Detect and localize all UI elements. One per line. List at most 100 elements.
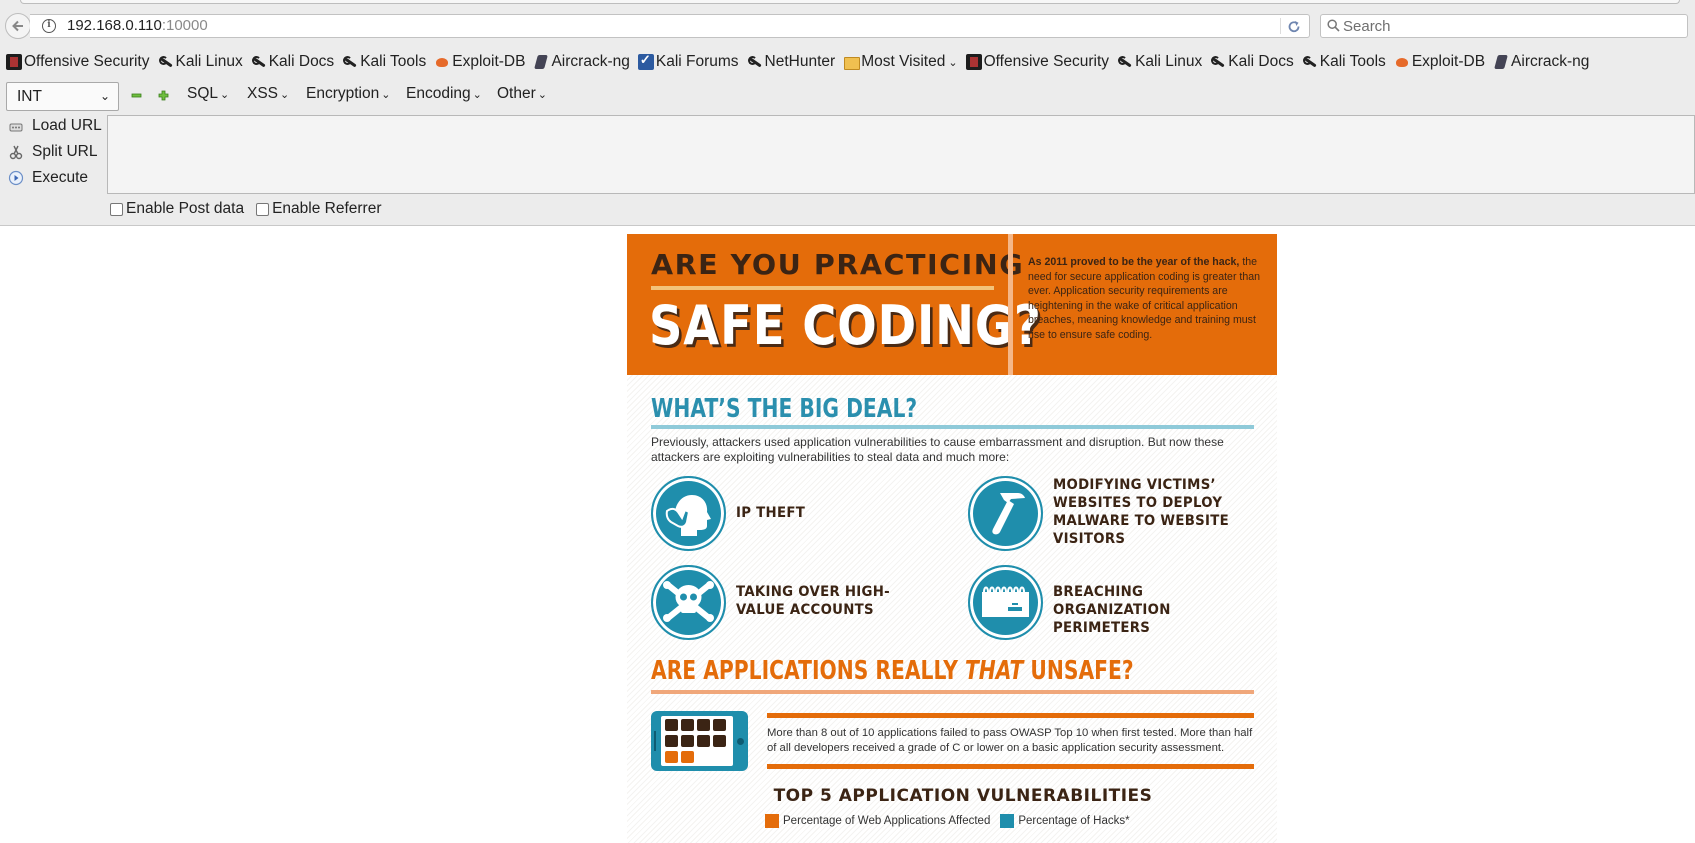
bookmark-aircrack-ng[interactable]: Aircrack-ng [1493,53,1589,71]
chevron-down-icon: ⌄ [948,56,958,69]
url-text: 192.168.0.110:10000 [67,17,208,34]
chevron-down-icon: ⌄ [99,89,110,103]
bookmark-most-visited[interactable]: Most Visited ⌄ [843,53,958,71]
bookmark-nethunter[interactable]: NetHunter [747,53,836,71]
chevron-down-icon: ⌄ [472,89,482,101]
legend-label: Percentage of Hacks* [1018,815,1130,827]
hero-heading-line2: SAFE CODING? [649,294,1042,357]
load-url-icon [9,123,23,132]
kali-icon [251,54,267,70]
bookmark-offensive-security[interactable]: Offensive Security [965,53,1110,71]
stat-paragraph: More than 8 out of 10 applications faile… [767,727,1253,754]
unsafe-heading: ARE APPLICATIONS REALLY THAT UNSAFE? [651,656,1134,686]
int-select[interactable]: INT ⌄ [6,82,119,111]
reload-icon[interactable] [1287,16,1305,36]
hero-rule [651,286,994,290]
kali-icon [1302,54,1318,70]
bookmark-label: NetHunter [764,53,836,70]
phone-button [737,738,744,745]
smartphone-icon [651,711,748,771]
decrease-icon[interactable] [131,90,142,101]
fence-icon [968,565,1043,640]
search-box[interactable] [1320,14,1688,38]
url-bar[interactable]: i 192.168.0.110:10000 [30,14,1310,38]
bookmark-label: Kali Forums [655,53,739,70]
bookmark-kali-forums[interactable]: Kali Forums [637,52,739,71]
bookmark-offensive-security[interactable]: Offensive Security [6,53,150,71]
bookmark-label: Offensive Security [24,53,150,70]
checkbox-box[interactable] [256,202,270,216]
play-icon [8,170,24,186]
legend-label: Percentage of Web Applications Affected [783,815,991,827]
hero-divider [1008,234,1013,375]
menu-xss[interactable]: XSS ⌄ [247,85,289,103]
chart-legend: Percentage of Web Applications Affected … [765,814,1140,828]
bookmark-kali-linux[interactable]: Kali Linux [158,53,243,71]
exploit-db-icon [434,54,450,70]
bookmark-kali-docs[interactable]: Kali Docs [251,53,334,71]
menu-other[interactable]: Other ⌄ [497,85,547,103]
big-deal-heading: WHAT’S THE BIG DEAL? [651,394,918,424]
bookmark-label: Kali Linux [1135,53,1203,70]
bookmark-label: Exploit-DB [1411,53,1486,70]
load-url-button[interactable]: Load URL [8,114,102,138]
menu-encryption[interactable]: Encryption ⌄ [306,85,390,103]
bookmarks-toolbar: Offensive Security Kali Linux Kali Docs Kal… [0,50,1591,74]
exploit-db-icon [1394,54,1410,70]
legend-swatch [1000,814,1015,828]
bookmark-label: Most Visited [861,53,946,70]
kali-icon [1210,54,1226,70]
head-hand-icon [651,476,726,551]
hammer-icon [968,476,1043,551]
big-deal-paragraph: Previously, attackers used application v… [651,435,1224,464]
phone-screen [661,716,733,766]
hero-blurb: As 2011 proved to be the year of the hac… [1028,256,1261,341]
bookmark-aircrack-ng[interactable]: Aircrack-ng [533,53,629,71]
menu-encoding[interactable]: Encoding ⌄ [406,85,482,103]
kali-icon [747,54,763,70]
bookmark-label: Kali Tools [1319,53,1386,70]
threat-label: IP THEFT [736,505,806,521]
bookmark-label: Kali Tools [360,53,427,70]
enable-post-checkbox[interactable]: Enable Post data [110,200,244,218]
unsafe-rule [651,690,1254,694]
hero-heading-line1: ARE YOU PRACTICING [651,248,1025,281]
folder-icon [843,54,861,70]
enable-referrer-checkbox[interactable]: Enable Referrer [256,200,381,218]
menu-sql[interactable]: SQL ⌄ [187,85,229,103]
enable-post-label: Enable Post data [126,200,245,217]
url-separator [1280,18,1281,34]
back-button[interactable] [5,13,31,39]
aircrack-icon [533,54,549,70]
bookmark-label: Offensive Security [983,53,1110,70]
threat-label: MODIFYING VICTIMS’ WEBSITES TO DEPLOY MA… [1053,477,1230,547]
load-url-label: Load URL [32,117,102,134]
bookmark-exploit-db[interactable]: Exploit-DB [434,53,525,71]
execute-button[interactable]: Execute [8,166,88,190]
search-input[interactable] [1343,15,1683,37]
split-url-button[interactable]: Split URL [8,140,97,164]
bookmark-label: Aircrack-ng [1511,53,1590,70]
bookmark-label: Aircrack-ng [551,53,630,70]
browser-chrome: i 192.168.0.110:10000 Offensive Security… [0,0,1695,226]
threat-label: TAKING OVER HIGH-VALUE ACCOUNTS [736,584,890,618]
increase-icon[interactable] [158,90,169,101]
back-arrow-icon [12,20,23,32]
bookmark-kali-docs[interactable]: Kali Docs [1210,53,1294,71]
stat-rule-top [767,713,1254,718]
checkbox-box[interactable] [110,202,123,216]
navigation-toolbar: i 192.168.0.110:10000 [0,10,1695,40]
info-icon[interactable]: i [42,19,56,33]
bookmark-kali-linux[interactable]: Kali Linux [1117,53,1202,71]
hackbar-url-input[interactable] [107,115,1695,194]
legend-item-hacks: Percentage of Hacks* [1000,814,1130,828]
bookmark-exploit-db[interactable]: Exploit-DB [1394,53,1485,71]
hackbar-options: Enable Post data Enable Referrer [110,200,393,218]
bookmark-kali-tools[interactable]: Kali Tools [342,53,426,71]
bookmark-kali-tools[interactable]: Kali Tools [1302,53,1386,71]
aircrack-icon [1493,54,1509,70]
top5-heading: TOP 5 APPLICATION VULNERABILITIES [773,786,1153,806]
forums-icon [637,52,654,70]
execute-label: Execute [32,169,89,186]
tab-strip-edge [20,0,1680,4]
